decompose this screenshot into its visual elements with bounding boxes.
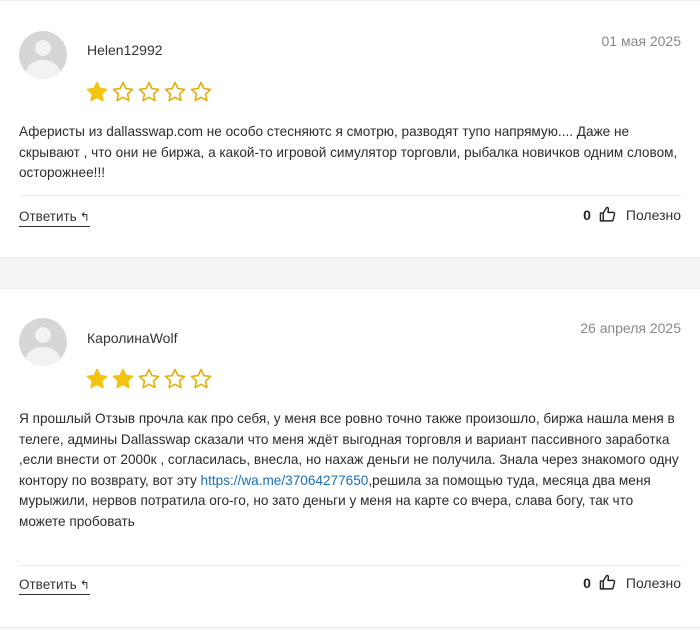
thumbs-up-icon (599, 206, 616, 222)
star-filled-icon (86, 368, 108, 389)
avatar (19, 318, 67, 366)
useful-label: Полезно (625, 574, 681, 591)
thumbs-up-icon (599, 574, 616, 590)
rating-stars (85, 80, 213, 104)
star-empty-icon (164, 368, 186, 389)
reply-arrow-icon: ↰ (79, 210, 90, 224)
star-empty-icon (190, 368, 212, 389)
review-text: Аферисты из dallasswap.com не особо стес… (19, 124, 678, 180)
reply-button[interactable]: Ответить ↰ (19, 209, 90, 227)
review-date: 26 апреля 2025 (580, 320, 681, 336)
useful-label: Полезно (625, 206, 681, 223)
reply-label: Ответить (19, 577, 77, 592)
star-filled-icon (112, 368, 134, 389)
star-filled-icon (86, 81, 108, 102)
star-empty-icon (190, 81, 212, 102)
reply-label: Ответить (19, 209, 77, 224)
reply-arrow-icon: ↰ (79, 578, 90, 592)
useful-count: 0 (583, 206, 591, 223)
reply-button[interactable]: Ответить ↰ (19, 577, 90, 595)
useful-button[interactable]: 0 Полезно (583, 574, 681, 591)
divider (19, 195, 681, 196)
star-empty-icon (138, 81, 160, 102)
divider (19, 565, 681, 566)
review-author: КаролинаWolf (87, 330, 178, 346)
rating-stars (85, 367, 213, 391)
review-link[interactable]: https://wa.me/37064277650 (201, 473, 369, 488)
avatar (19, 31, 67, 79)
review-author: Helen12992 (87, 42, 163, 58)
review-card: Helen12992 01 мая 2025 Аферисты из dalla… (0, 0, 700, 258)
review-date: 01 мая 2025 (601, 33, 682, 49)
useful-count: 0 (583, 574, 591, 591)
star-empty-icon (164, 81, 186, 102)
star-empty-icon (112, 81, 134, 102)
star-empty-icon (138, 368, 160, 389)
useful-button[interactable]: 0 Полезно (583, 206, 681, 223)
review-text: Я прошлый Отзыв прочла как про себя, у м… (19, 409, 682, 532)
review-card: КаролинаWolf 26 апреля 2025 Я прошлый От… (0, 288, 700, 628)
